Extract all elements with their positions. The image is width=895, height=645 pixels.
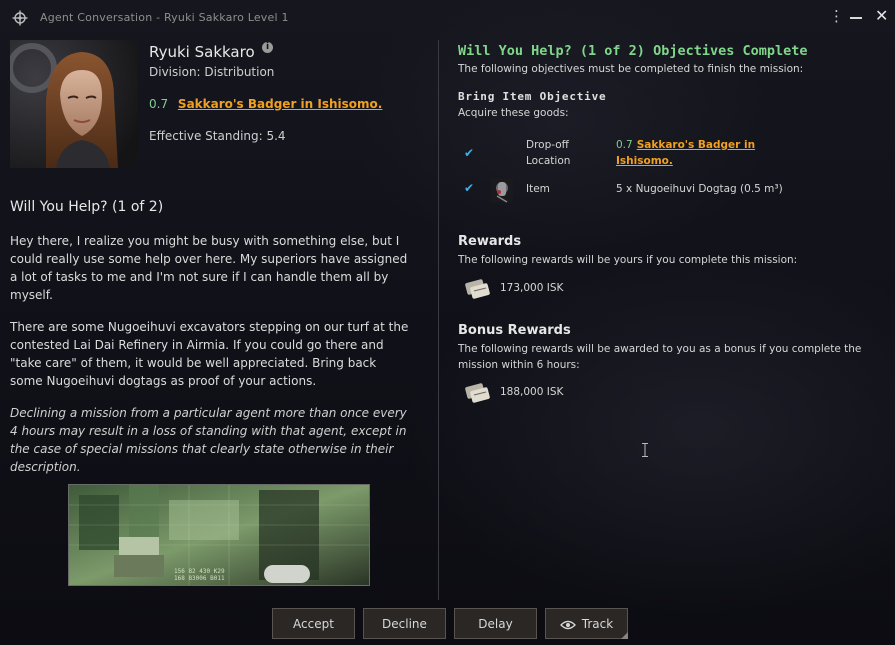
bonus-rewards-title: Bonus Rewards xyxy=(458,323,571,338)
reward-amount: 173,000 ISK xyxy=(500,282,564,294)
avatar xyxy=(10,40,138,168)
objectives-title: Will You Help? (1 of 2) Objectives Compl… xyxy=(458,43,808,59)
panel-divider[interactable] xyxy=(438,40,439,600)
button-corner xyxy=(621,632,628,639)
dropoff-location: 0.7 Sakkaro's Badger in Ishisomo. xyxy=(616,137,776,169)
eye-icon xyxy=(559,620,576,629)
dropoff-label: Drop-off Location xyxy=(526,139,571,167)
info-icon[interactable]: i xyxy=(262,42,273,53)
window-title: Agent Conversation - Ryuki Sakkaro Level… xyxy=(40,11,289,24)
mission-paragraph: Hey there, I realize you might be busy w… xyxy=(10,234,408,302)
decline-button[interactable]: Decline xyxy=(363,608,446,639)
mission-title: Will You Help? (1 of 2) xyxy=(10,199,164,215)
bonus-amount: 188,000 ISK xyxy=(500,386,564,398)
mission-paragraph: There are some Nugoeihuvi excavators ste… xyxy=(10,320,409,388)
bonus-rewards-subtitle: The following rewards will be awarded to… xyxy=(458,343,862,371)
security-status: 0.7 xyxy=(149,97,169,111)
menu-icon[interactable]: ⋮ xyxy=(829,9,844,24)
image-text: 168 83006 B011 xyxy=(174,575,225,582)
close-icon[interactable]: ✕ xyxy=(875,7,888,25)
effective-standing: Effective Standing: 5.4 xyxy=(149,129,286,143)
agent-location: 0.7 Sakkaro's Badger in Ishisomo. xyxy=(149,97,382,111)
dropoff-location-link[interactable]: Sakkaro's Badger in Ishisomo. xyxy=(616,139,755,167)
minimize-icon[interactable] xyxy=(850,17,862,19)
delay-button[interactable]: Delay xyxy=(454,608,537,639)
bring-item-title: Bring Item Objective xyxy=(458,90,607,103)
dogtag-icon[interactable] xyxy=(489,176,515,204)
standing-warning: Declining a mission from a particular ag… xyxy=(10,406,407,474)
compass-icon[interactable] xyxy=(12,10,28,26)
item-label: Item xyxy=(526,183,550,195)
isk-icon xyxy=(465,383,490,403)
agent-conversation-window: Agent Conversation - Ryuki Sakkaro Level… xyxy=(0,0,895,645)
check-icon: ✔ xyxy=(464,146,475,160)
text-cursor-icon xyxy=(642,443,648,457)
item-value: 5 x Nugoeihuvi Dogtag (0.5 m³) xyxy=(616,183,783,195)
rewards-title: Rewards xyxy=(458,234,522,249)
track-label: Track xyxy=(581,617,614,631)
bring-item-subtitle: Acquire these goods: xyxy=(458,107,569,119)
check-icon: ✔ xyxy=(464,181,475,195)
image-text: 156 82 430 K29 xyxy=(174,568,225,575)
track-button[interactable]: Track xyxy=(545,608,628,639)
accept-button[interactable]: Accept xyxy=(272,608,355,639)
title-bar[interactable]: Agent Conversation - Ryuki Sakkaro Level… xyxy=(0,0,895,36)
mission-image: 156 82 430 K29 168 83006 B011 xyxy=(68,484,370,586)
isk-icon xyxy=(465,279,490,299)
agent-location-link[interactable]: Sakkaro's Badger in Ishisomo. xyxy=(178,97,382,111)
agent-portrait[interactable] xyxy=(10,40,138,168)
security-status: 0.7 xyxy=(616,139,633,151)
agent-name: Ryuki Sakkaro xyxy=(149,43,255,61)
objectives-subtitle: The following objectives must be complet… xyxy=(458,63,804,75)
agent-division: Division: Distribution xyxy=(149,65,275,79)
rewards-subtitle: The following rewards will be yours if y… xyxy=(458,254,798,266)
